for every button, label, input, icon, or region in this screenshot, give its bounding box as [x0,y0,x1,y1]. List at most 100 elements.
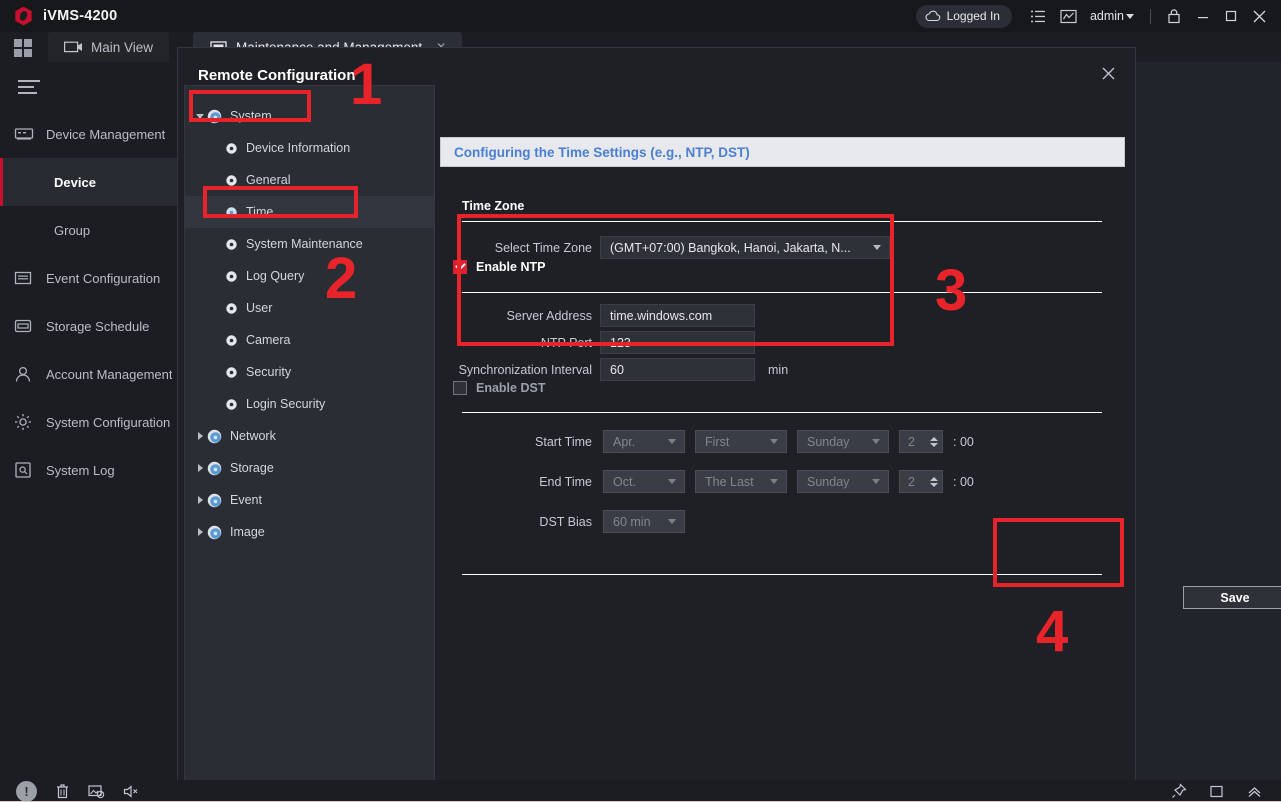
chevron-down-icon[interactable] [1126,13,1134,19]
dst-bias-select[interactable]: 60 min [603,510,685,533]
minimize-icon[interactable] [1189,3,1217,29]
sync-interval-value: 60 [610,362,624,377]
tree-item-label: Security [246,365,292,379]
dst-start-hour-stepper[interactable]: 2 [899,430,943,453]
dst-end-month-value: Oct. [613,474,636,489]
dst-end-day-select[interactable]: Sunday [797,470,889,493]
chevron-down-icon [770,439,778,444]
close-icon[interactable] [1095,60,1121,86]
dst-start-hour-value: 2 [908,434,915,449]
sidebar-item-label: System Configuration [46,414,171,430]
dialog-title: Remote Configuration [198,67,356,84]
sync-interval-input[interactable]: 60 [600,358,755,381]
gear-icon [14,413,40,431]
annotation-number-3: 3 [935,258,968,323]
sidebar-item-storage-schedule[interactable]: Storage Schedule [0,302,178,350]
tree-item-login-security[interactable]: Login Security [185,388,434,420]
tree-item-label: User [246,301,273,315]
dst-start-month-select[interactable]: Apr. [603,430,685,453]
tree-item-label: Network [230,429,276,443]
sync-interval-row: Synchronization Interval 60 min [442,358,788,381]
window-icon[interactable] [1209,784,1224,799]
sidebar-item-event-configuration[interactable]: Event Configuration [0,254,178,302]
tree-item-label: Storage [230,461,274,475]
close-icon[interactable] [1245,3,1273,29]
tree-item-image[interactable]: Image [185,516,434,548]
lock-icon[interactable] [1159,3,1189,29]
chevron-right-icon[interactable] [193,528,207,536]
gear-white-icon [226,142,237,154]
logged-in-status[interactable]: Logged In [915,4,1012,28]
task-list-icon[interactable] [1024,3,1054,29]
tree-item-storage[interactable]: Storage [185,452,434,484]
sidebar-item-account-management[interactable]: Account Management [0,350,178,398]
tree-item-event[interactable]: Event [185,484,434,516]
tree-item-device-information[interactable]: Device Information [185,132,434,164]
dst-end-week-select[interactable]: The Last [695,470,787,493]
dst-start-month-value: Apr. [613,434,636,449]
tree-item-security[interactable]: Security [185,356,434,388]
tree-item-camera[interactable]: Camera [185,324,434,356]
statistics-icon[interactable] [1054,3,1084,29]
tree-item-label: Image [230,525,265,539]
chevron-right-icon[interactable] [193,464,207,472]
dst-start-week-value: First [705,434,730,449]
sidebar-item-device[interactable]: Device [0,158,178,206]
sidebar-item-label: Account Management [46,366,173,382]
annotation-number-4: 4 [1036,599,1069,664]
tab-label: Main View [91,39,154,55]
gear-white-icon [226,174,237,186]
instruction-banner: Configuring the Time Settings (e.g., NTP… [440,137,1125,167]
stepper-arrows[interactable] [930,436,938,447]
hamburger-icon[interactable] [18,80,40,94]
dst-end-week-value: The Last [705,474,754,489]
gear-white-icon [226,366,237,378]
annotation-box-save [993,518,1124,587]
enable-dst-row[interactable]: Enable DST [453,381,545,395]
chevron-up-icon [930,436,938,441]
dst-start-day-select[interactable]: Sunday [797,430,889,453]
dst-end-hour-stepper[interactable]: 2 [899,470,943,493]
tree-item-network[interactable]: Network [185,420,434,452]
annotation-box-ntp [457,214,894,346]
enable-dst-checkbox[interactable] [453,381,467,395]
sidebar-item-group[interactable]: Group [0,206,178,254]
tree-item-label: Login Security [246,397,326,411]
chevron-up-icon[interactable] [1246,784,1263,799]
save-button[interactable]: Save [1183,586,1281,609]
status-bar-right [1171,783,1281,799]
app-grid-icon[interactable] [14,39,32,57]
dst-start-week-select[interactable]: First [695,430,787,453]
chevron-down-icon [668,439,676,444]
chevron-down-icon [930,442,938,447]
user-name[interactable]: admin [1090,9,1124,23]
dst-end-month-select[interactable]: Oct. [603,470,685,493]
tree-item-label: Device Information [246,141,351,155]
tree-item-system-maintenance[interactable]: System Maintenance [185,228,434,260]
sidebar-item-system-log[interactable]: System Log [0,446,178,494]
warning-icon[interactable]: ! [16,780,37,802]
maximize-icon[interactable] [1217,3,1245,29]
sync-interval-label: Synchronization Interval [458,362,592,377]
stepper-arrows[interactable] [930,476,938,487]
dst-end-minute-value: : 00 [953,474,974,489]
dst-end-day-value: Sunday [807,474,850,489]
title-bar: iVMS-4200 Logged In admin [0,0,1281,32]
sidebar-item-label: System Log [46,462,115,478]
trash-icon[interactable] [55,783,70,799]
remote-configuration-dialog: Remote Configuration System Device Infor… [178,48,1281,802]
chevron-down-icon [668,479,676,484]
chevron-right-icon[interactable] [193,432,207,440]
sidebar-item-system-configuration[interactable]: System Configuration [0,398,178,446]
tab-main-view[interactable]: Main View [48,32,170,62]
tree-item-log-query[interactable]: Log Query [185,260,434,292]
tree-item-user[interactable]: User [185,292,434,324]
sidebar-item-device-management[interactable]: Device Management [0,110,178,158]
pin-icon[interactable] [1171,783,1187,799]
monitor-icon [64,41,82,53]
account-icon [14,366,40,383]
image-disabled-icon[interactable] [88,784,105,799]
chevron-right-icon[interactable] [193,496,207,504]
dst-start-minute-value: : 00 [953,434,974,449]
mute-icon[interactable] [123,784,140,799]
